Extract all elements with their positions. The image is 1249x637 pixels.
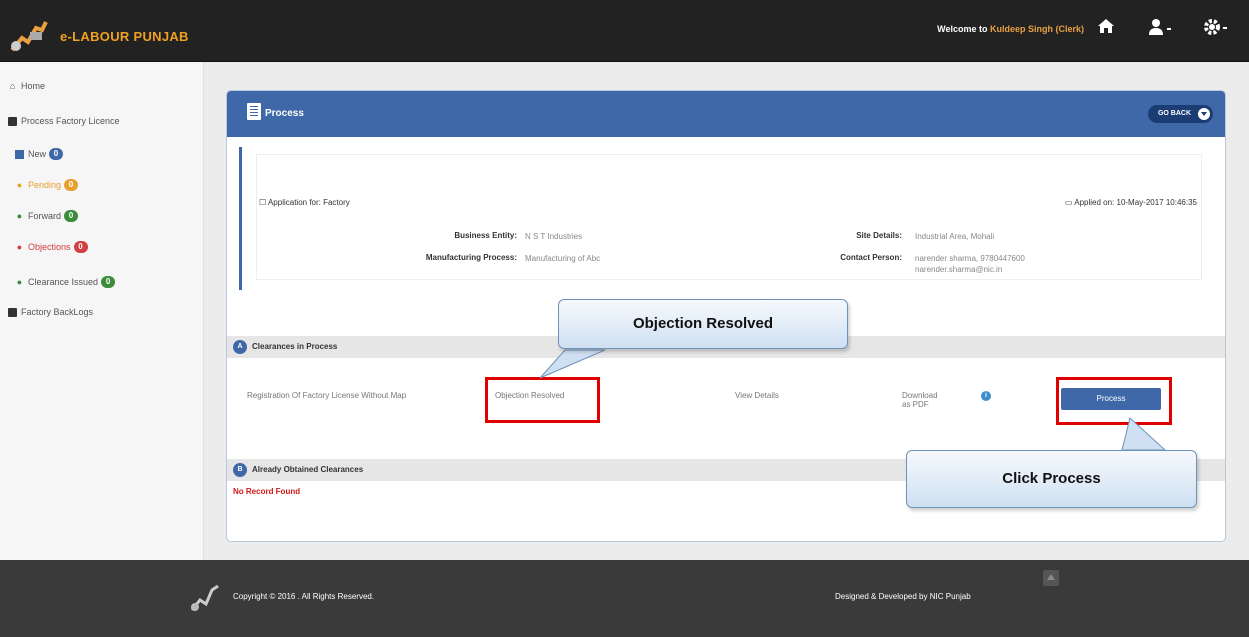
go-back-label: GO BACK — [1157, 110, 1191, 117]
top-navbar: e-LABOUR PUNJAB Welcome to Kuldeep Singh… — [0, 0, 1249, 62]
count-badge: 0 — [101, 276, 116, 288]
calendar-icon: ▭ — [1064, 198, 1075, 207]
gear-icon[interactable] — [1203, 18, 1231, 41]
brand[interactable]: e-LABOUR PUNJAB — [8, 16, 189, 56]
section-letter: A — [233, 340, 247, 354]
contact-person-line1: narender sharma, 9780447600 — [915, 254, 1025, 263]
sidebar-item-label: Objections — [28, 242, 71, 252]
sidebar-item-label: Pending — [28, 180, 62, 190]
alert-icon: ● — [16, 241, 23, 252]
clearance-name: Registration Of Factory License Without … — [247, 391, 407, 400]
brand-logo-icon — [8, 16, 52, 56]
home-icon[interactable] — [1097, 18, 1115, 39]
count-badge: 0 — [49, 148, 64, 160]
section-title: Clearances in Process — [252, 342, 338, 351]
footer-developer: Designed & Developed by NIC Punjab — [835, 592, 971, 601]
file-icon — [15, 149, 24, 159]
manufacturing-process-label: Manufacturing Process: — [425, 253, 517, 262]
count-badge: 0 — [64, 210, 79, 222]
edit-icon — [8, 307, 17, 317]
brand-name: e-LABOUR PUNJAB — [60, 28, 189, 44]
sidebar-item-forward[interactable]: ● Forward 0 — [15, 210, 79, 222]
sidebar-item-pending[interactable]: ● Pending 0 — [15, 179, 79, 191]
section-title: Already Obtained Clearances — [252, 465, 364, 474]
no-record-text: No Record Found — [233, 487, 301, 496]
callout-text: Click Process — [1002, 470, 1101, 487]
site-details-label: Site Details: — [856, 231, 902, 240]
contact-person-line2: narender.sharma@nic.in — [915, 265, 1003, 274]
count-badge: 0 — [73, 241, 88, 253]
edit-icon — [8, 116, 17, 126]
edit-icon: ☐ — [259, 198, 268, 207]
sidebar-item-label: Factory BackLogs — [21, 307, 94, 317]
section-letter: B — [233, 463, 247, 477]
callout-box: Click Process — [906, 450, 1197, 508]
building-icon — [247, 103, 261, 120]
callout-text: Objection Resolved — [632, 315, 774, 332]
welcome-user[interactable]: Kuldeep Singh (Clerk) — [990, 24, 1084, 34]
application-details — [239, 147, 1207, 290]
business-entity-label: Business Entity: — [454, 231, 517, 240]
footer: Copyright © 2016 . All Rights Reserved. … — [0, 560, 1249, 637]
scroll-to-top-icon[interactable] — [1043, 570, 1059, 586]
clock-icon: ● — [16, 179, 23, 190]
view-details-link[interactable]: View Details — [735, 391, 779, 400]
manufacturing-process-value: Manufacturing of Abc — [525, 254, 601, 263]
site-details-value: Industrial Area, Mohali — [915, 232, 995, 241]
sidebar-item-new[interactable]: New 0 — [15, 148, 64, 160]
download-label: Download — [902, 391, 938, 400]
sidebar-item-label: Forward — [28, 211, 62, 221]
footer-copyright: Copyright © 2016 . All Rights Reserved. — [233, 592, 375, 601]
go-back-button[interactable]: GO BACK — [1147, 105, 1213, 123]
welcome-prefix: Welcome to — [937, 24, 988, 34]
applied-on: ▭ Applied on: 10-May-2017 10:46:35 — [1065, 198, 1197, 207]
contact-person-label: Contact Person: — [840, 253, 902, 262]
sidebar-item-label: New — [28, 149, 47, 159]
home-icon: ⌂ — [9, 80, 16, 91]
sidebar-item-objections[interactable]: ● Objections 0 — [15, 241, 88, 253]
panel-header: Process GO BACK — [227, 91, 1225, 137]
panel-title: Process — [265, 108, 304, 119]
sidebar-item-label: Process Factory Licence — [21, 116, 120, 126]
application-for-text: Application for: Factory — [267, 198, 350, 207]
chevron-down-icon — [1198, 108, 1210, 120]
sidebar-item-home[interactable]: ⌂ Home — [8, 81, 45, 91]
footer-logo-icon — [188, 580, 224, 616]
info-icon[interactable]: i — [981, 391, 991, 401]
sidebar-item-label: Clearance Issued — [28, 277, 99, 287]
sidebar-item-process-factory-licence[interactable]: Process Factory Licence — [8, 116, 120, 126]
download-label-2: as PDF — [902, 400, 929, 409]
check-icon: ● — [16, 276, 23, 287]
download-pdf-link[interactable]: Download as PDF — [902, 391, 938, 409]
sidebar-item-clearance-issued[interactable]: ● Clearance Issued 0 — [15, 276, 116, 288]
sidebar-item-label: Home — [21, 81, 46, 91]
sidebar-item-factory-backlogs[interactable]: Factory BackLogs — [8, 307, 93, 317]
forward-icon: ● — [16, 210, 23, 221]
sidebar: ⌂ Home Process Factory Licence New 0 ● P… — [0, 62, 204, 560]
count-badge: 0 — [64, 179, 79, 191]
welcome-text: Welcome to Kuldeep Singh (Clerk) — [937, 24, 1084, 34]
user-icon[interactable] — [1148, 18, 1174, 41]
application-for: ☐ Application for: Factory — [259, 198, 350, 207]
callout-box: Objection Resolved — [558, 299, 848, 349]
applied-on-text: Applied on: 10-May-2017 10:46:35 — [1074, 198, 1197, 207]
business-entity-value: N S T Industries — [525, 232, 583, 241]
